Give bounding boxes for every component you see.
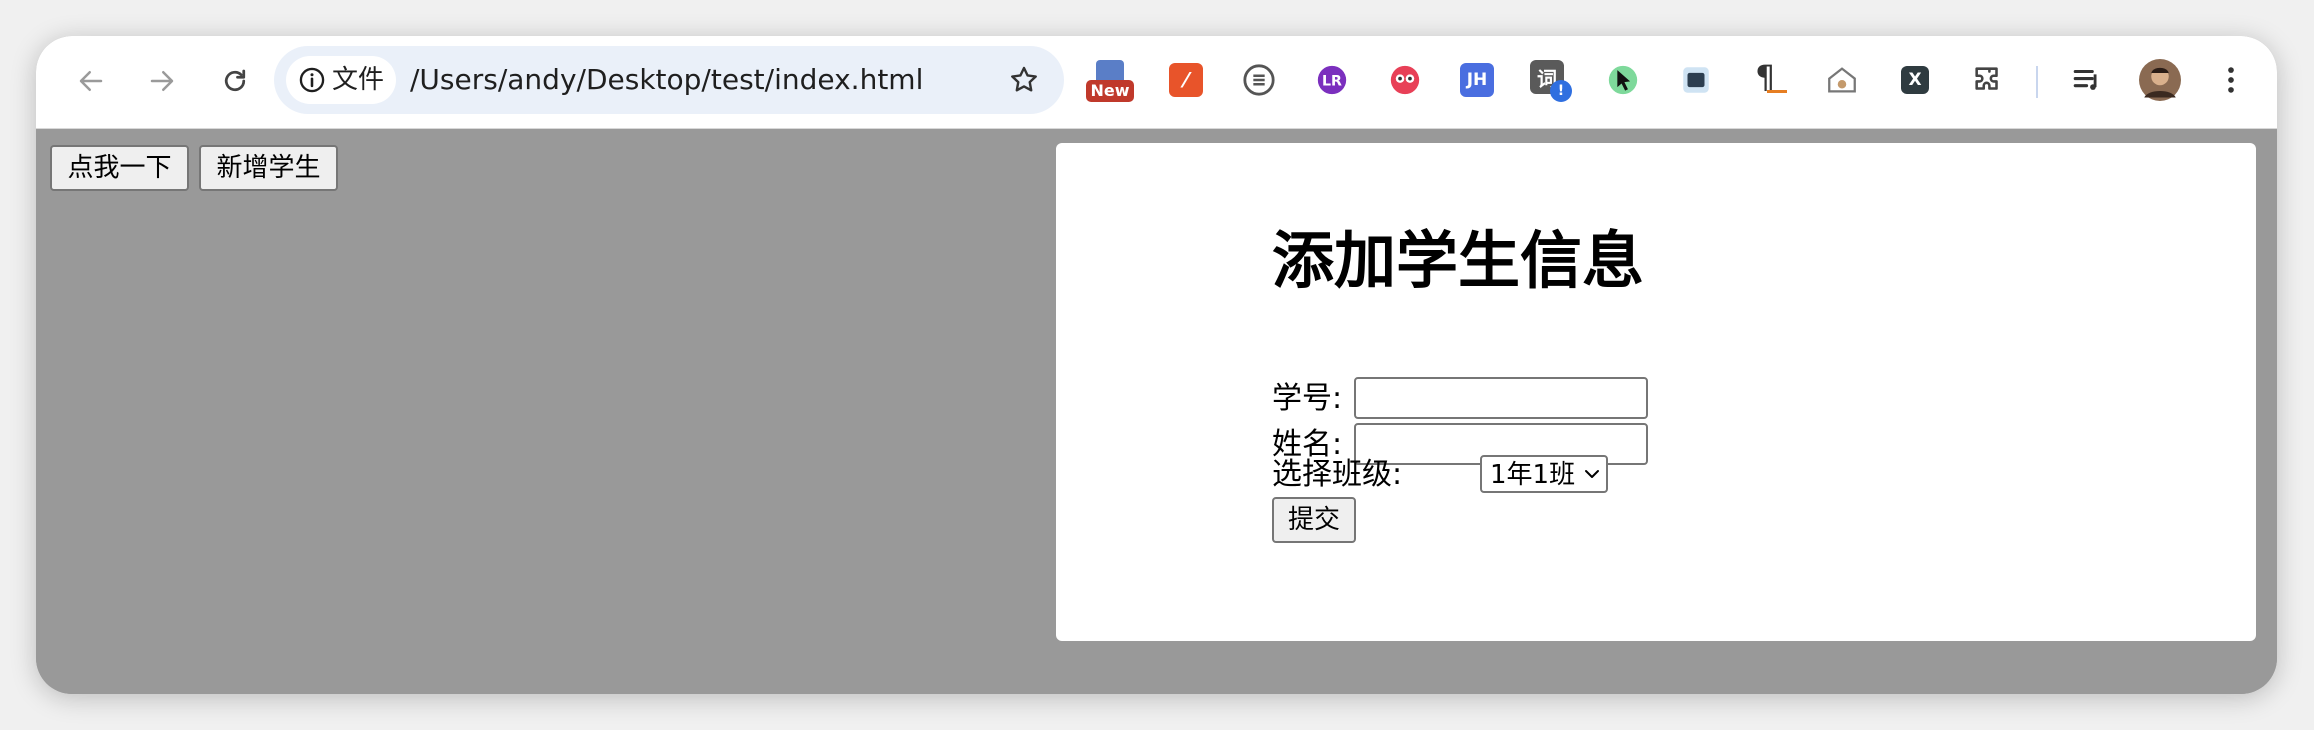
- submit-button[interactable]: 提交: [1272, 497, 1356, 543]
- dictionary-alert-badge: !: [1550, 80, 1572, 102]
- new-badge-extension-icon[interactable]: New: [1086, 60, 1134, 102]
- class-select-value: 1年1班: [1490, 460, 1576, 490]
- x-extension-icon[interactable]: X: [1895, 60, 1935, 100]
- star-bookmark-icon[interactable]: [1008, 64, 1040, 96]
- arrow-right-icon: [150, 71, 174, 91]
- svg-text:LR: LR: [1322, 74, 1342, 90]
- pilcrow-extension-icon[interactable]: ¶: [1749, 58, 1789, 100]
- click-me-button[interactable]: 点我一下: [50, 145, 189, 191]
- jh-extension-icon[interactable]: JH: [1457, 60, 1497, 100]
- browser-window: 文件 /Users/andy/Desktop/test/index.html N…: [36, 36, 2277, 694]
- reload-button[interactable]: [210, 56, 260, 106]
- dictionary-extension-icon[interactable]: 词 !: [1530, 60, 1572, 102]
- owl-extension-icon[interactable]: [1385, 60, 1425, 100]
- form-title: 添加学生信息: [1272, 224, 1645, 297]
- browser-toolbar: 文件 /Users/andy/Desktop/test/index.html N…: [36, 36, 2277, 129]
- add-student-button[interactable]: 新增学生: [199, 145, 338, 191]
- jh-label: JH: [1460, 63, 1494, 97]
- sheets-extension-icon[interactable]: ⁄: [1166, 60, 1206, 100]
- puzzle-extensions-icon[interactable]: [1968, 60, 2008, 100]
- reload-icon: [224, 69, 246, 92]
- forward-button[interactable]: [137, 56, 187, 106]
- add-student-dialog: 添加学生信息 学号: 姓名: 选择班级: 1年1班 提交: [1056, 143, 2256, 641]
- back-button[interactable]: [66, 56, 116, 106]
- lr-extension-icon[interactable]: LR: [1312, 60, 1352, 100]
- url-text[interactable]: /Users/andy/Desktop/test/index.html: [410, 62, 923, 98]
- site-chip-label: 文件: [332, 65, 385, 95]
- class-select[interactable]: 1年1班: [1480, 455, 1608, 493]
- class-select-label: 选择班级:: [1272, 457, 1403, 492]
- home-extension-icon[interactable]: [1822, 60, 1862, 100]
- student-id-label: 学号:: [1272, 381, 1343, 416]
- new-badge: New: [1086, 80, 1134, 102]
- profile-avatar[interactable]: [2138, 58, 2182, 102]
- code-extension-icon[interactable]: [1676, 60, 1716, 100]
- media-queue-icon[interactable]: [2068, 60, 2108, 100]
- info-icon: [299, 67, 325, 93]
- x-label: X: [1901, 66, 1929, 94]
- cursor-extension-icon[interactable]: [1603, 60, 1643, 100]
- arrow-left-icon: [79, 71, 103, 91]
- site-info-chip[interactable]: 文件: [286, 56, 396, 104]
- address-bar[interactable]: 文件 /Users/andy/Desktop/test/index.html: [274, 46, 1064, 114]
- toolbar-separator: [2036, 66, 2038, 98]
- chevron-down-icon: [1585, 470, 1599, 478]
- s-logo-extension-icon[interactable]: [1239, 60, 1279, 100]
- student-id-input[interactable]: [1354, 377, 1648, 419]
- kebab-menu-icon[interactable]: [2211, 60, 2251, 100]
- page-content: 点我一下 新增学生 添加学生信息 学号: 姓名: 选择班级: 1年1班 提交: [36, 129, 2277, 694]
